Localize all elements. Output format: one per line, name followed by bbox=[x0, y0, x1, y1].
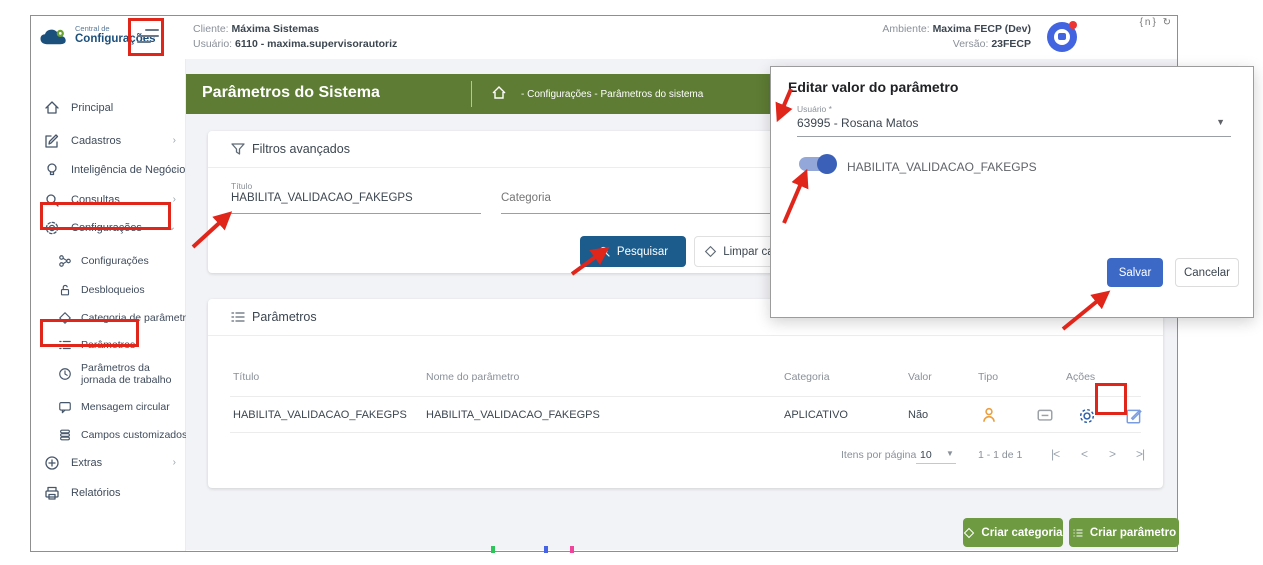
home-breadcrumb-icon[interactable] bbox=[491, 85, 507, 101]
sidebar-item-extras[interactable]: Extras › bbox=[31, 451, 186, 477]
eraser-icon bbox=[704, 245, 717, 258]
edit-icon bbox=[44, 133, 60, 149]
chevron-right-icon: › bbox=[173, 457, 176, 468]
client-info: Cliente: Máxima Sistemas bbox=[193, 22, 397, 37]
gear-icon bbox=[44, 220, 60, 236]
sidebar-item-configuracoes-sub[interactable]: Configurações bbox=[31, 249, 186, 275]
sidebar-item-categoria-parametros[interactable]: Categoria de parâmetros bbox=[31, 306, 186, 332]
usuario-field-label: Usuário * bbox=[797, 104, 832, 114]
last-page-button[interactable]: >| bbox=[1136, 447, 1144, 461]
breadcrumb: - Configurações - Parâmetros do sistema bbox=[521, 89, 703, 100]
notification-badge bbox=[1069, 21, 1077, 29]
chevron-right-icon: › bbox=[173, 194, 176, 205]
search-icon bbox=[598, 245, 611, 258]
filters-title: Filtros avançados bbox=[252, 142, 350, 156]
col-valor: Valor bbox=[908, 371, 932, 383]
sidebar-item-relatorios[interactable]: Relatórios bbox=[31, 481, 186, 507]
criar-categoria-button[interactable]: Criar categoria bbox=[963, 518, 1063, 547]
chevron-down-icon: ⌄ bbox=[168, 222, 176, 233]
message-icon bbox=[58, 400, 72, 414]
edit-parameter-modal: Editar valor do parâmetro Usuário * 6399… bbox=[770, 66, 1254, 318]
tag-icon bbox=[963, 527, 975, 539]
sidebar: Principal Cadastros › Inteligência de Ne… bbox=[31, 59, 186, 551]
parameters-title: Parâmetros bbox=[252, 310, 317, 324]
taskbar-dot-blue bbox=[544, 546, 548, 553]
printer-icon bbox=[44, 485, 60, 501]
home-icon bbox=[44, 100, 60, 116]
titulo-field-label: Título bbox=[231, 181, 252, 191]
titulo-input[interactable] bbox=[231, 192, 481, 204]
parameters-card: Parâmetros Título Nome do parâmetro Cate… bbox=[208, 299, 1163, 488]
col-categoria: Categoria bbox=[784, 371, 830, 383]
categoria-input[interactable] bbox=[501, 192, 751, 204]
sidebar-item-cadastros[interactable]: Cadastros › bbox=[31, 129, 186, 155]
sidebar-item-consultas[interactable]: Consultas › bbox=[31, 188, 186, 214]
overlay-icons: {n} ↻ bbox=[1140, 17, 1173, 28]
edit-action-icon[interactable] bbox=[1125, 407, 1143, 425]
col-acoes: Ações bbox=[1066, 371, 1095, 383]
chevron-right-icon: › bbox=[173, 164, 176, 175]
cancelar-button[interactable]: Cancelar bbox=[1175, 258, 1239, 287]
salvar-button[interactable]: Salvar bbox=[1107, 258, 1163, 287]
cell-categoria: APLICATIVO bbox=[784, 409, 848, 421]
user-info: Usuário: 6110 - maxima.supervisorautoriz bbox=[193, 37, 397, 52]
cell-titulo: HABILITA_VALIDACAO_FAKEGPS bbox=[233, 409, 407, 421]
pesquisar-button[interactable]: Pesquisar bbox=[580, 236, 686, 267]
cell-nome: HABILITA_VALIDACAO_FAKEGPS bbox=[426, 409, 600, 421]
criar-parametro-button[interactable]: Criar parâmetro bbox=[1069, 518, 1179, 547]
network-icon bbox=[58, 254, 72, 268]
prev-page-button[interactable]: < bbox=[1081, 447, 1087, 461]
version-info: Versão: 23FECP bbox=[882, 37, 1031, 52]
taskbar-dot-green bbox=[491, 546, 495, 553]
cell-valor: Não bbox=[908, 409, 928, 421]
sidebar-item-campos-customizados[interactable]: Campos customizados bbox=[31, 423, 186, 449]
items-per-page-label: Itens por página bbox=[841, 449, 916, 461]
next-page-button[interactable]: > bbox=[1109, 447, 1115, 461]
per-page-select[interactable]: 10 bbox=[920, 449, 932, 461]
pagination-range: 1 - 1 de 1 bbox=[978, 449, 1022, 461]
select-caret-icon[interactable]: ▼ bbox=[1216, 117, 1225, 127]
sidebar-item-configuracoes[interactable]: Configurações ⌄ bbox=[31, 216, 186, 242]
filter-icon bbox=[230, 141, 246, 157]
lightbulb-icon bbox=[44, 162, 60, 178]
col-tipo: Tipo bbox=[978, 371, 998, 383]
search-icon bbox=[44, 192, 60, 208]
parameter-toggle[interactable] bbox=[799, 157, 835, 171]
modal-title: Editar valor do parâmetro bbox=[788, 79, 958, 95]
environment-info: Ambiente: Maxima FECP (Dev) bbox=[882, 22, 1031, 37]
chevron-right-icon: › bbox=[173, 135, 176, 146]
taskbar-dot-pink bbox=[570, 546, 574, 553]
col-nome: Nome do parâmetro bbox=[426, 371, 519, 383]
tag-icon bbox=[58, 311, 72, 325]
sidebar-item-mensagem-circular[interactable]: Mensagem circular bbox=[31, 395, 186, 421]
gear-action-icon[interactable] bbox=[1078, 407, 1096, 425]
col-titulo: Título bbox=[233, 371, 259, 383]
cloud-logo-icon bbox=[39, 28, 69, 46]
sidebar-item-inteligencia[interactable]: Inteligência de Negócio › bbox=[31, 158, 186, 184]
per-page-caret-icon[interactable]: ▼ bbox=[946, 449, 954, 458]
hamburger-menu-icon[interactable] bbox=[135, 24, 161, 50]
sidebar-item-desbloqueios[interactable]: Desbloqueios bbox=[31, 278, 186, 304]
list-icon bbox=[1072, 527, 1084, 539]
toggle-label: HABILITA_VALIDACAO_FAKEGPS bbox=[847, 160, 1037, 174]
list-icon bbox=[58, 338, 72, 352]
sidebar-item-principal[interactable]: Principal bbox=[31, 96, 186, 122]
sidebar-item-parametros-jornada[interactable]: Parâmetros da jornada de trabalho bbox=[31, 359, 186, 391]
sidebar-item-parametros[interactable]: Parâmetros bbox=[31, 333, 186, 359]
usuario-select[interactable]: 63995 - Rosana Matos bbox=[797, 116, 918, 130]
list-icon bbox=[230, 309, 246, 325]
app-header: Central de Configurações Cliente: Máxima… bbox=[31, 16, 1177, 59]
comment-action-icon[interactable] bbox=[1036, 407, 1054, 425]
user-icon bbox=[980, 406, 998, 424]
first-page-button[interactable]: |< bbox=[1051, 447, 1059, 461]
page-title: Parâmetros do Sistema bbox=[202, 84, 380, 102]
chat-widget-icon[interactable] bbox=[1047, 22, 1077, 52]
clock-icon bbox=[58, 367, 72, 381]
plus-circle-icon bbox=[44, 455, 60, 471]
unlock-icon bbox=[58, 283, 72, 297]
stack-icon bbox=[58, 428, 72, 442]
